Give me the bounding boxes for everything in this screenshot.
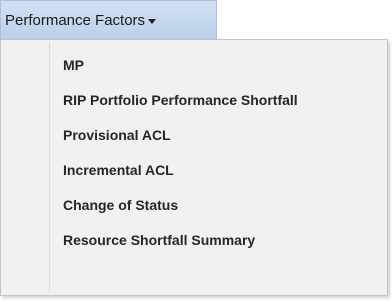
menu-list: MP RIP Portfolio Performance Shortfall P… [1, 48, 387, 258]
menu-item-provisional-acl[interactable]: Provisional ACL [1, 118, 387, 153]
dropdown-menu: MP RIP Portfolio Performance Shortfall P… [0, 39, 388, 296]
menu-item-incremental-acl[interactable]: Incremental ACL [1, 153, 387, 188]
menu-item-resource-shortfall-summary[interactable]: Resource Shortfall Summary [1, 223, 387, 258]
performance-factors-menu-button[interactable]: Performance Factors [0, 0, 217, 39]
menu-button-label: Performance Factors [5, 11, 146, 29]
menu-item-rip-portfolio-performance-shortfall[interactable]: RIP Portfolio Performance Shortfall [1, 83, 387, 118]
menu-item-mp[interactable]: MP [1, 48, 387, 83]
caret-down-icon [148, 18, 157, 24]
menu-item-change-of-status[interactable]: Change of Status [1, 188, 387, 223]
